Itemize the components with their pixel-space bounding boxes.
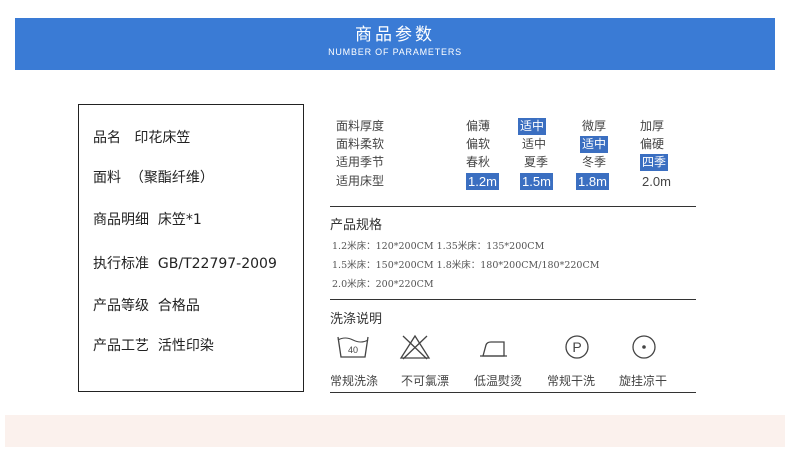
param-option-selected: 适中 (580, 136, 609, 153)
info-row-name: 品名 印花床笠 (93, 127, 190, 147)
divider (330, 392, 696, 393)
info-value: （聚酯纤维） (129, 170, 214, 186)
info-value: 合格品 (157, 298, 200, 314)
care-label: 不可氯漂 (401, 374, 450, 388)
dry-clean-icon: P (565, 335, 589, 359)
param-option-selected: 适中 (518, 118, 547, 135)
spec-line: 2.0米床：200*220CM (332, 279, 434, 290)
wash-temp: 40 (348, 345, 358, 355)
dry-clean-letter: P (572, 339, 581, 355)
care-label: 常规洗涤 (330, 374, 379, 388)
info-row-detail: 商品明细 床笠*1 (93, 209, 202, 229)
param-option: 适中 (522, 137, 547, 151)
info-value: 床笠*1 (157, 212, 202, 228)
param-option-selected: 四季 (640, 154, 669, 171)
param-name: 适用季节 (336, 155, 385, 169)
divider (330, 299, 696, 300)
param-option: 冬季 (582, 155, 607, 169)
spec-line: 1.2米床：120*200CM 1.35米床：135*200CM (332, 241, 545, 252)
param-option: 夏季 (524, 155, 549, 169)
no-bleach-icon (399, 334, 431, 360)
param-option: 加厚 (640, 119, 665, 133)
wash-40-icon: 40 (337, 336, 369, 358)
info-row-fabric: 面料 （聚酯纤维） (93, 167, 214, 187)
param-name: 适用床型 (336, 174, 385, 188)
header-title: 商品参数 (355, 25, 435, 45)
param-option-selected: 1.5m (520, 173, 553, 190)
param-option-selected: 1.2m (466, 173, 499, 190)
param-option: 微厚 (582, 119, 607, 133)
info-label: 品名 (93, 130, 121, 146)
info-value: 印花床笠 (134, 130, 191, 146)
param-option: 偏软 (466, 137, 491, 151)
param-option-selected: 1.8m (576, 173, 609, 190)
header-subtitle: NUMBER OF PARAMETERS (328, 47, 462, 57)
wash-title: 洗涤说明 (330, 312, 383, 327)
info-row-grade: 产品等级 合格品 (93, 295, 200, 315)
care-label: 常规干洗 (547, 374, 596, 388)
care-label: 旋挂凉干 (619, 374, 668, 388)
divider (330, 206, 696, 207)
product-info-box: 品名 印花床笠 面料 （聚酯纤维） 商品明细 床笠*1 执行标准 GB/T227… (78, 104, 304, 392)
info-row-craft: 产品工艺 活性印染 (93, 335, 214, 355)
footer-band (5, 415, 785, 447)
care-label: 低温熨烫 (474, 374, 523, 388)
param-option: 偏硬 (640, 137, 665, 151)
info-label: 商品明细 (93, 212, 149, 228)
param-option: 春秋 (466, 155, 491, 169)
param-option: 2.0m (642, 174, 671, 189)
line-dry-icon (632, 335, 656, 359)
info-label: 产品等级 (93, 298, 149, 314)
spec-line: 1.5米床：150*200CM 1.8米床：180*200CM/180*220C… (332, 260, 600, 271)
info-row-standard: 执行标准 GB/T22797-2009 (93, 253, 277, 273)
info-label: 执行标准 (93, 256, 149, 272)
param-option: 偏薄 (466, 119, 491, 133)
spec-title: 产品规格 (330, 218, 383, 233)
info-value: 活性印染 (157, 338, 214, 354)
params-header-banner: 商品参数 NUMBER OF PARAMETERS (15, 18, 775, 70)
info-value: GB/T22797-2009 (157, 256, 277, 272)
info-label: 产品工艺 (93, 338, 149, 354)
low-iron-icon (480, 341, 507, 357)
info-label: 面料 (93, 170, 121, 186)
param-name: 面料柔软 (336, 137, 385, 151)
param-name: 面料厚度 (336, 119, 385, 133)
